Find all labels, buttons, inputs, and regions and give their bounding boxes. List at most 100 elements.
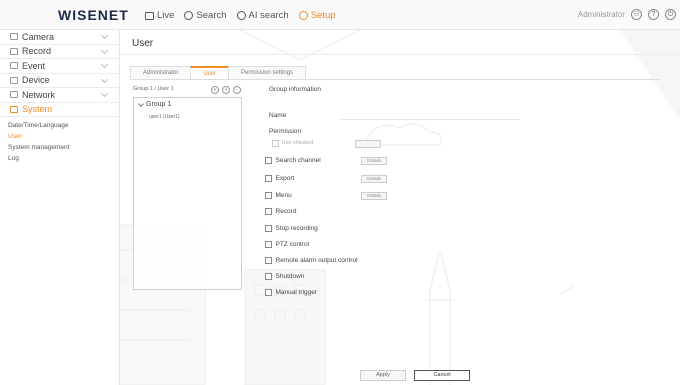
- perm-stop-recording[interactable]: Stop recording: [265, 225, 318, 232]
- sidebar-subitem-datetime[interactable]: Date/Time/Language: [0, 120, 119, 131]
- perm-checkbox[interactable]: [265, 241, 272, 248]
- top-bar: WISENET Live Search AI search Setup Admi…: [0, 0, 680, 30]
- chevron-down-icon: [100, 89, 109, 98]
- perm-export[interactable]: Export: [265, 175, 294, 182]
- group-panel-header: Group 1 / User 1 + + −: [133, 86, 241, 96]
- sidebar-item-label: Device: [22, 75, 50, 86]
- sidebar-item-device[interactable]: Device: [0, 74, 119, 88]
- perm-checkbox[interactable]: [265, 289, 272, 296]
- page-title: User: [132, 38, 154, 49]
- apply-button[interactable]: Apply: [360, 370, 406, 381]
- perm-label: PTZ control: [275, 241, 310, 248]
- cancel-button[interactable]: Cancel: [414, 370, 470, 381]
- nav-live-label: Live: [157, 10, 175, 21]
- chevron-down-icon: [100, 60, 109, 69]
- sidebar-item-event[interactable]: Event: [0, 59, 119, 74]
- main-nav: Live Search AI search Setup: [145, 10, 336, 21]
- tree-group-label: Group 1: [146, 101, 172, 108]
- sidebar-item-label: Event: [22, 60, 46, 71]
- tab-divider: [130, 79, 660, 80]
- device-icon: [10, 76, 18, 84]
- group-panel-actions: + + −: [211, 86, 241, 94]
- perm-search-channel[interactable]: Search channel: [265, 157, 321, 164]
- sidebar-item-label: Camera: [22, 31, 55, 42]
- search-icon: [184, 11, 194, 20]
- nav-setup-label: Setup: [310, 10, 336, 21]
- perm-record[interactable]: Record: [265, 208, 296, 215]
- perm-shutdown[interactable]: Shutdown: [265, 273, 304, 280]
- use-checked-label: Use checked: [281, 140, 314, 147]
- tab-administrator[interactable]: Administrator: [130, 66, 192, 79]
- perm-checkbox[interactable]: [265, 273, 272, 280]
- sidebar-item-label: Record: [22, 46, 52, 57]
- tree-group-item[interactable]: Group 1: [138, 100, 172, 108]
- menu-details-button[interactable]: Details: [361, 192, 387, 200]
- chevron-down-icon: [138, 100, 144, 107]
- use-checked-button[interactable]: [355, 140, 381, 148]
- perm-menu[interactable]: Menu: [265, 192, 292, 199]
- name-label: Name: [269, 112, 287, 119]
- add-group-icon[interactable]: +: [211, 86, 219, 94]
- group-tree: Group 1 user1 (User1): [133, 97, 242, 290]
- tab-user[interactable]: User: [190, 66, 230, 79]
- perm-label: Search channel: [275, 157, 321, 164]
- perm-label: Remote alarm output control: [275, 257, 358, 264]
- nav-search[interactable]: Search: [184, 10, 227, 21]
- group-info-title: Group information: [269, 86, 322, 93]
- nav-live[interactable]: Live: [145, 10, 174, 21]
- perm-checkbox[interactable]: [265, 257, 272, 264]
- sidebar-item-label: Network: [22, 89, 56, 100]
- chevron-down-icon: [100, 46, 109, 54]
- event-icon: [10, 62, 18, 70]
- use-checked-checkbox[interactable]: [272, 140, 279, 147]
- monitor-icon: [145, 11, 154, 20]
- name-field[interactable]: [340, 108, 520, 120]
- search-channel-details-button[interactable]: Details: [361, 157, 387, 165]
- tree-user-item[interactable]: user1 (User1): [149, 114, 180, 120]
- perm-label: Manual trigger: [275, 289, 318, 296]
- perm-checkbox[interactable]: [265, 225, 272, 232]
- power-icon[interactable]: ⏻: [665, 9, 676, 20]
- current-user[interactable]: Administrator: [578, 10, 625, 19]
- perm-checkbox[interactable]: [265, 175, 272, 182]
- perm-label: Shutdown: [275, 273, 305, 280]
- sidebar-subitem-log[interactable]: Log: [0, 153, 119, 164]
- tab-bar: Administrator User Permission settings: [130, 66, 307, 79]
- logo: WISENET: [58, 7, 129, 23]
- ai-search-icon: [236, 11, 246, 20]
- nav-search-label: Search: [196, 10, 227, 21]
- chevron-down-icon: [100, 31, 109, 40]
- sidebar-item-system[interactable]: System: [0, 103, 119, 117]
- sidebar: Camera Record Event Device Network Syste…: [0, 30, 120, 385]
- nav-ai-search[interactable]: AI search: [236, 10, 289, 21]
- chevron-down-icon: [100, 75, 109, 83]
- nav-setup[interactable]: Setup: [298, 10, 336, 21]
- camera-icon: [10, 33, 18, 41]
- user-icon[interactable]: ⚇: [631, 9, 642, 20]
- tab-permission-settings[interactable]: Permission settings: [228, 66, 307, 79]
- group-panel-count: Group 1 / User 1: [133, 86, 174, 92]
- perm-checkbox[interactable]: [265, 208, 272, 215]
- sidebar-item-camera[interactable]: Camera: [0, 30, 119, 45]
- perm-label: Stop recording: [275, 225, 318, 232]
- perm-checkbox[interactable]: [265, 157, 272, 164]
- perm-checkbox[interactable]: [265, 192, 272, 199]
- delete-icon[interactable]: −: [233, 86, 241, 94]
- export-details-button[interactable]: Details: [361, 175, 387, 183]
- sidebar-item-network[interactable]: Network: [0, 88, 119, 103]
- perm-ptz-control[interactable]: PTZ control: [265, 241, 309, 248]
- help-icon[interactable]: ?: [648, 9, 659, 20]
- nav-ai-search-label: AI search: [248, 10, 289, 21]
- sidebar-subitem-user[interactable]: User: [0, 131, 119, 142]
- add-user-icon[interactable]: +: [222, 86, 230, 94]
- perm-label: Export: [275, 175, 295, 182]
- gear-icon: [298, 11, 308, 20]
- perm-label: Record: [275, 208, 297, 215]
- sidebar-subitem-system-management[interactable]: System management: [0, 142, 119, 153]
- top-right-controls: Administrator ⚇ ? ⏻: [578, 9, 676, 20]
- perm-manual-trigger[interactable]: Manual trigger: [265, 289, 317, 296]
- use-checked-option[interactable]: Use checked: [272, 140, 313, 147]
- network-icon: [10, 91, 18, 99]
- perm-remote-alarm-output-control[interactable]: Remote alarm output control: [265, 257, 358, 264]
- sidebar-item-record[interactable]: Record: [0, 45, 119, 59]
